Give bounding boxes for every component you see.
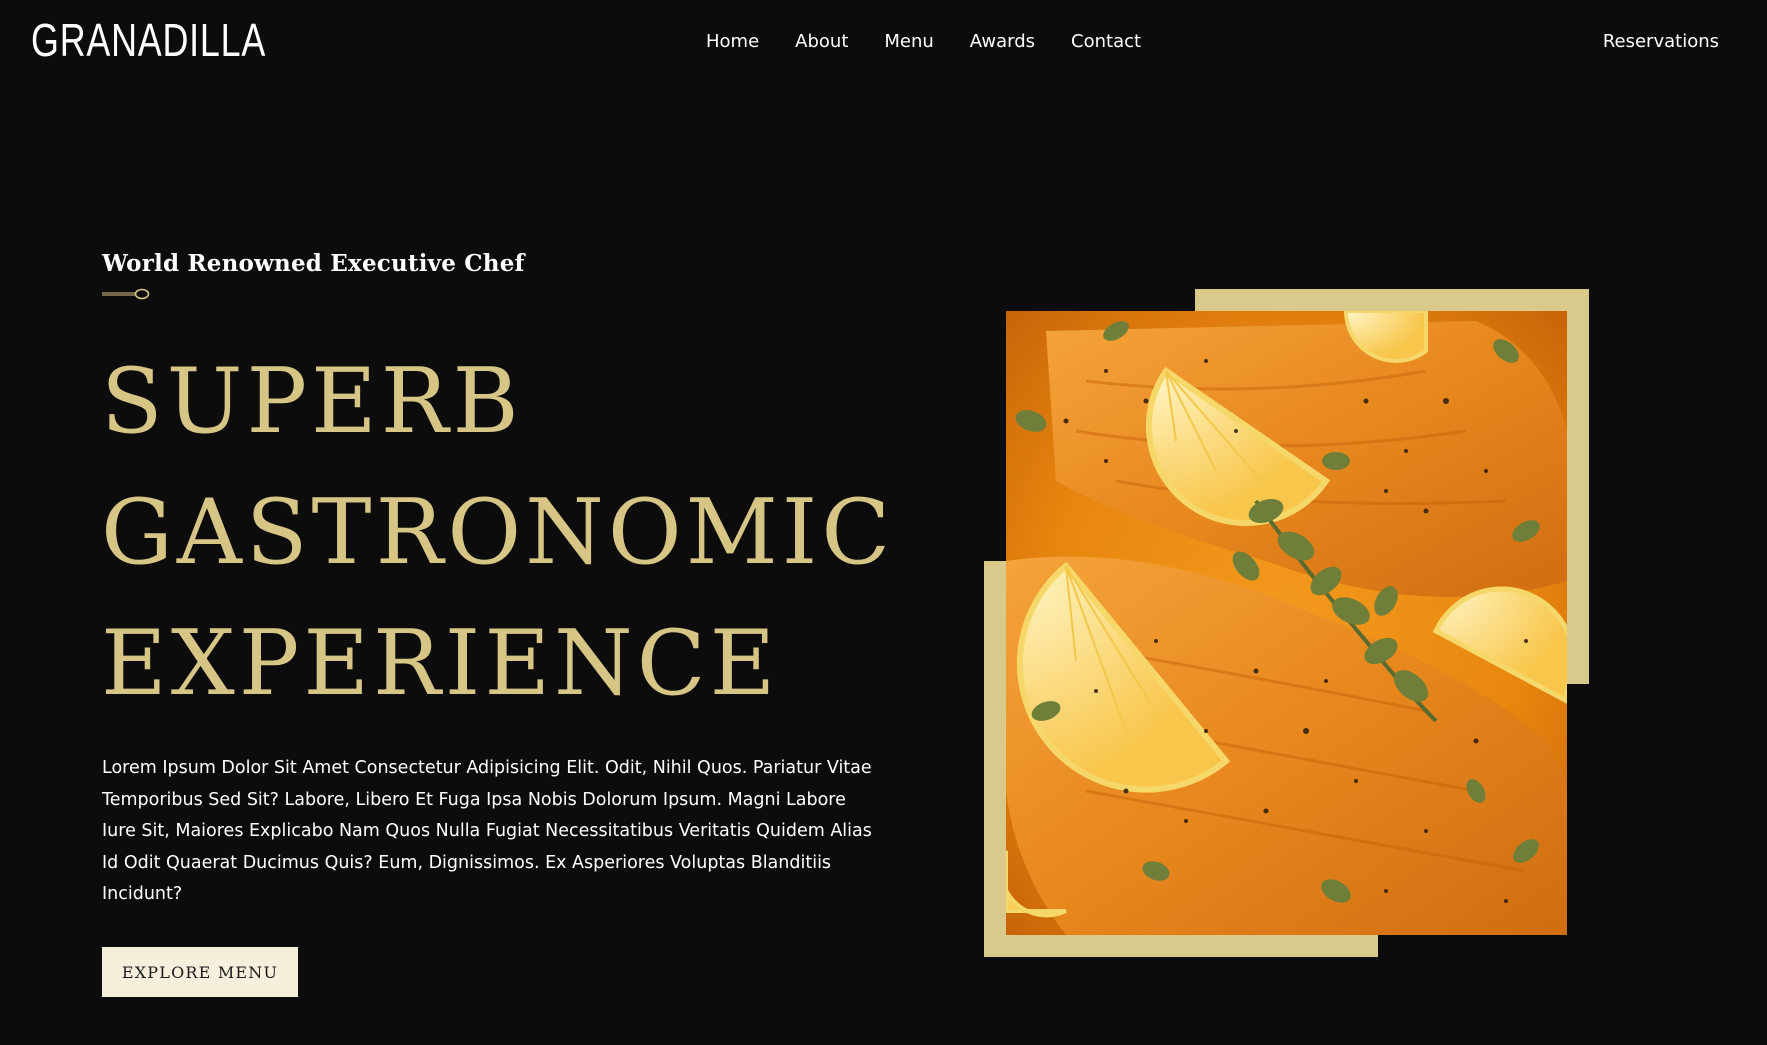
hero-food-image xyxy=(1006,311,1567,935)
hero-kicker: World Renowned Executive Chef xyxy=(102,250,525,277)
main-nav: Home About Menu Awards Contact xyxy=(706,30,1177,54)
salmon-dish-illustration xyxy=(1006,311,1567,935)
hero-description: Lorem Ipsum Dolor Sit Amet Consectetur A… xyxy=(102,758,872,904)
reservations-link[interactable]: Reservations xyxy=(1603,30,1719,54)
brand-logo[interactable]: GRANADILLA xyxy=(31,14,266,66)
spoon-icon xyxy=(102,288,150,300)
headline-line-3: EXPERIENCE xyxy=(101,611,780,716)
explore-menu-button[interactable]: EXPLORE MENU xyxy=(102,947,298,997)
nav-item-contact[interactable]: Contact xyxy=(1071,30,1141,54)
headline-line-1: SUPERB xyxy=(101,349,523,454)
nav-item-about[interactable]: About xyxy=(795,30,848,54)
headline-line-2: GASTRONOMIC xyxy=(101,480,895,585)
hero-headline: SUPERB GASTRONOMIC EXPERIENCE xyxy=(101,336,894,729)
nav-item-home[interactable]: Home xyxy=(706,30,759,54)
nav-item-menu[interactable]: Menu xyxy=(884,30,933,54)
nav-item-awards[interactable]: Awards xyxy=(970,30,1035,54)
